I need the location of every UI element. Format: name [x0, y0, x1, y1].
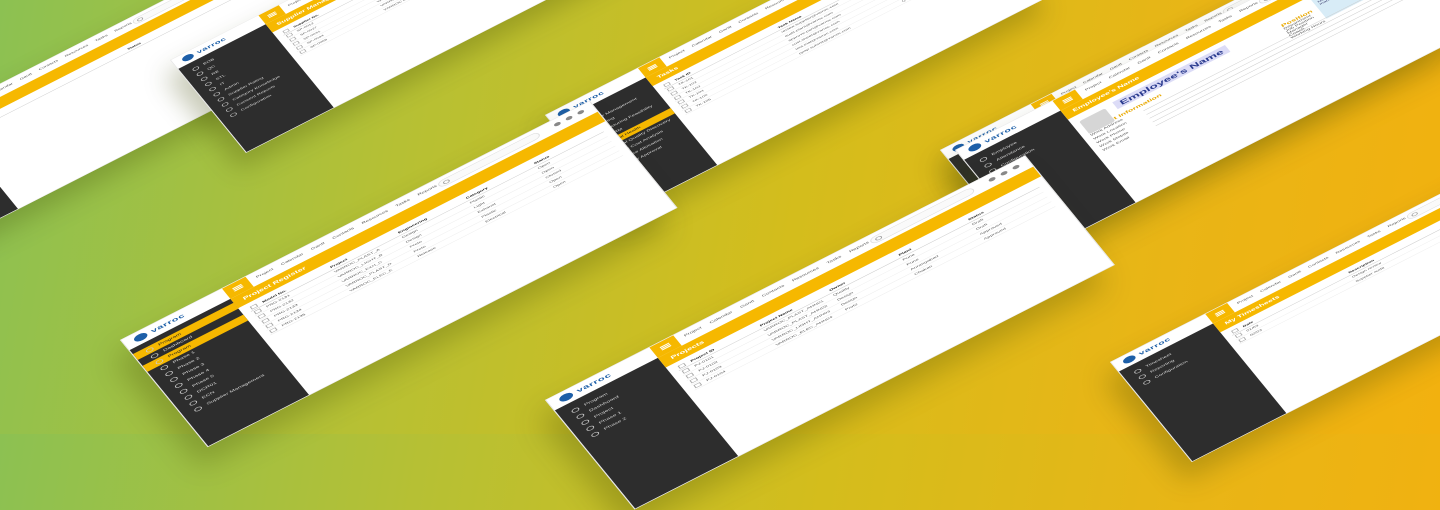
table-row[interactable]: PRG-2133 VARROC_EXH_C Proto Exhaust Closed — [258, 141, 616, 326]
table-header: Project ID Project Name Owner Plant Status — [675, 182, 1040, 372]
table-row[interactable]: PRG-2132 VARROC_LIGHT_B Design Light Open — [254, 136, 612, 322]
notification-icon[interactable] — [999, 170, 1009, 177]
main-content: Employee's Name Contact Information Work A… — [1077, 0, 1440, 197]
table-row[interactable]: PJ-0101 VARROC_PLAST_AHN01 Quality Pune Draf… — [679, 187, 1044, 376]
top-nav-item[interactable]: Tasks — [826, 255, 842, 265]
table-cell: VARROC ELECTRICAL — [383, 0, 458, 11]
table-header: Model No. Project Engineering Category Statu… — [247, 127, 604, 312]
circle-icon — [193, 405, 203, 413]
row-checkbox[interactable] — [269, 327, 278, 334]
row-checkbox[interactable] — [1238, 336, 1247, 343]
table-row[interactable]: PJ-0102 VARROC_PLAST_AHN02 Design Pune Draft — [682, 192, 1048, 381]
user-avatar-icon[interactable] — [1011, 164, 1021, 171]
circle-icon — [590, 430, 601, 438]
promo-collage: varrocProjectCalendarGanttContactsResour… — [0, 0, 1440, 510]
user-avatar-icon[interactable] — [576, 109, 586, 116]
top-nav-item[interactable]: Tasks — [95, 34, 109, 42]
main-content: Supplier No.Supplier NameCategoryStatusS… — [280, 0, 644, 102]
circle-icon — [1142, 378, 1152, 386]
notification-icon[interactable] — [564, 115, 574, 122]
row-checkbox[interactable] — [684, 107, 693, 114]
top-nav-item[interactable]: Gantt — [1137, 56, 1151, 65]
settings-icon[interactable] — [987, 176, 997, 183]
top-nav-item[interactable]: Gantt — [310, 242, 325, 251]
top-nav-item[interactable]: Tasks — [395, 198, 411, 207]
table-row[interactable]: PRG-2131 VARROC_PLAST_A Design Plastic Open — [251, 131, 608, 317]
table-row[interactable]: PRG-2134 VARROC_PLAST_D Proto Plastic Open — [262, 146, 620, 331]
circle-icon — [229, 111, 238, 118]
top-nav-item[interactable]: Tasks — [1367, 230, 1382, 239]
top-nav-item[interactable]: Tasks — [1218, 15, 1233, 24]
top-nav-item[interactable]: Gantt — [19, 73, 32, 81]
row-checkbox[interactable] — [693, 382, 703, 389]
row-checkbox[interactable] — [299, 48, 307, 55]
settings-icon[interactable] — [553, 121, 562, 128]
top-nav-item[interactable]: Gantt — [1288, 270, 1302, 278]
top-nav-item[interactable]: Gantt — [740, 300, 755, 309]
table-row[interactable]: PJ-0103 VARROC_LIGHT_AHN03 Design Aurangaba… — [686, 196, 1052, 386]
table-cell: Quality — [901, 0, 1006, 3]
top-nav-item[interactable]: Gantt — [719, 26, 733, 34]
table-row[interactable]: PJ-0104 VARROC_ELEC_AHN04 Proto Chakan Appro… — [690, 201, 1056, 391]
